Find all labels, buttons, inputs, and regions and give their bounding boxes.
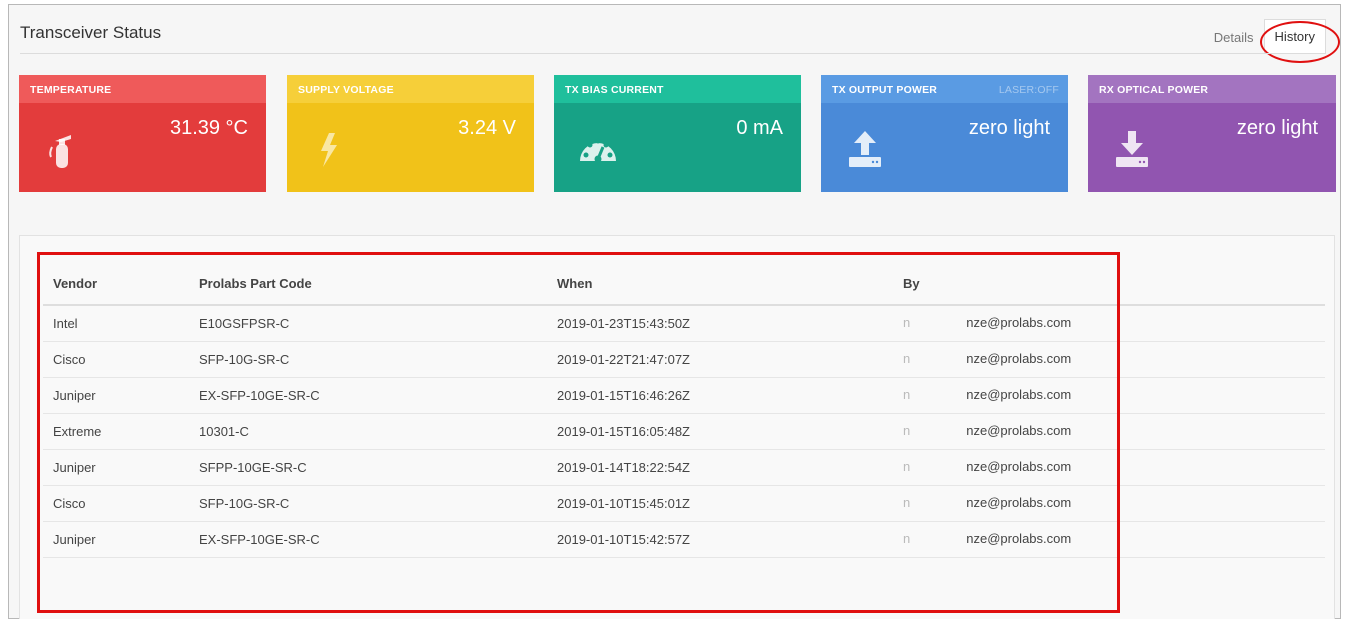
by-suffix: nze@prolabs.com (966, 350, 1072, 366)
when-cell: 2019-01-10T15:42:57Z (547, 521, 893, 558)
vendor-cell: Juniper (43, 377, 189, 414)
redacted-region (912, 351, 965, 368)
table-row: Juniper EX-SFP-10GE-SR-C 2019-01-10T15:4… (43, 521, 1325, 558)
redacted-region (912, 315, 965, 332)
card-label: TEMPERATURE (19, 75, 266, 103)
metric-cards: TEMPERATURE 31.39 °C SUPPLY VOLTAGE 3.24… (19, 75, 1337, 192)
redacted-region (912, 423, 965, 440)
vendor-cell: Extreme (43, 413, 189, 450)
tx-output-power-label: TX OUTPUT POWER (832, 84, 938, 96)
history-panel: Vendor Prolabs Part Code When By Intel E… (19, 235, 1335, 619)
table-row: Extreme 10301-C 2019-01-15T16:05:48Z n nz… (43, 413, 1325, 450)
by-prefix: n (903, 458, 911, 474)
redacted-region (912, 387, 965, 404)
part-code-cell: E10GSFPSR-C (189, 305, 547, 342)
upload-icon (849, 131, 881, 167)
by-cell: n nze@prolabs.com (893, 305, 1325, 342)
by-suffix: nze@prolabs.com (966, 422, 1072, 438)
by-cell: n nze@prolabs.com (893, 413, 1325, 450)
tx-output-power-value: zero light (968, 117, 1050, 139)
rx-optical-power-card: RX OPTICAL POWER zero light (1088, 75, 1336, 192)
tx-bias-current-card: TX BIAS CURRENT 0 mA (554, 75, 801, 192)
rx-optical-power-value: zero light (1236, 117, 1318, 139)
lightning-bolt-icon (321, 133, 337, 167)
by-cell: n nze@prolabs.com (893, 521, 1325, 558)
by-cell: n nze@prolabs.com (893, 377, 1325, 414)
vendor-cell: Juniper (43, 449, 189, 486)
supply-voltage-value: 3.24 V (458, 117, 516, 139)
page-title: Transceiver Status (20, 23, 162, 42)
by-suffix: nze@prolabs.com (966, 530, 1072, 546)
history-table: Vendor Prolabs Part Code When By Intel E… (43, 262, 1325, 558)
download-icon (1116, 131, 1148, 167)
by-cell: n nze@prolabs.com (893, 449, 1325, 486)
part-code-cell: 10301-C (189, 413, 547, 450)
column-header-part-code[interactable]: Prolabs Part Code (189, 262, 547, 306)
vendor-cell: Intel (43, 305, 189, 342)
card-label: RX OPTICAL POWER (1088, 75, 1336, 103)
by-prefix: n (903, 314, 911, 330)
by-suffix: nze@prolabs.com (966, 386, 1072, 402)
when-cell: 2019-01-14T18:22:54Z (547, 449, 893, 486)
by-prefix: n (903, 350, 911, 366)
by-prefix: n (903, 386, 911, 402)
by-suffix: nze@prolabs.com (966, 494, 1072, 510)
table-row: Intel E10GSFPSR-C 2019-01-23T15:43:50Z n… (43, 305, 1325, 342)
tx-output-power-card: TX OUTPUT POWER LASER:OFF zero light (821, 75, 1068, 192)
by-cell: n nze@prolabs.com (893, 341, 1325, 378)
column-header-vendor[interactable]: Vendor (43, 262, 189, 306)
when-cell: 2019-01-10T15:45:01Z (547, 485, 893, 522)
header-divider (20, 53, 1326, 54)
transceiver-status-frame: Transceiver Status Details History TEMPE… (8, 4, 1341, 619)
when-cell: 2019-01-15T16:05:48Z (547, 413, 893, 450)
tx-bias-current-value: 0 mA (736, 117, 783, 139)
vendor-cell: Cisco (43, 341, 189, 378)
vendor-cell: Juniper (43, 521, 189, 558)
part-code-cell: SFP-10G-SR-C (189, 485, 547, 522)
table-row: Cisco SFP-10G-SR-C 2019-01-10T15:45:01Z … (43, 485, 1325, 522)
part-code-cell: EX-SFP-10GE-SR-C (189, 377, 547, 414)
part-code-cell: SFP-10G-SR-C (189, 341, 547, 378)
card-label: TX BIAS CURRENT (554, 75, 801, 103)
by-prefix: n (903, 530, 911, 546)
table-header-row: Vendor Prolabs Part Code When By (43, 262, 1325, 306)
by-prefix: n (903, 494, 911, 510)
tab-details[interactable]: Details (1204, 21, 1264, 54)
table-row: Cisco SFP-10G-SR-C 2019-01-22T21:47:07Z … (43, 341, 1325, 378)
column-header-by[interactable]: By (893, 262, 1325, 306)
column-header-when[interactable]: When (547, 262, 893, 306)
supply-voltage-card: SUPPLY VOLTAGE 3.24 V (287, 75, 534, 192)
by-cell: n nze@prolabs.com (893, 485, 1325, 522)
table-row: Juniper SFPP-10GE-SR-C 2019-01-14T18:22:… (43, 449, 1325, 486)
gauge-icon (580, 138, 616, 163)
laser-status: LASER:OFF (998, 84, 1059, 96)
card-label: SUPPLY VOLTAGE (287, 75, 534, 103)
by-suffix: nze@prolabs.com (966, 458, 1072, 474)
when-cell: 2019-01-23T15:43:50Z (547, 305, 893, 342)
card-label: TX OUTPUT POWER LASER:OFF (821, 75, 1068, 103)
fire-extinguisher-icon (49, 135, 71, 168)
table-row: Juniper EX-SFP-10GE-SR-C 2019-01-15T16:4… (43, 377, 1325, 414)
vendor-cell: Cisco (43, 485, 189, 522)
by-prefix: n (903, 422, 911, 438)
part-code-cell: EX-SFP-10GE-SR-C (189, 521, 547, 558)
when-cell: 2019-01-15T16:46:26Z (547, 377, 893, 414)
temperature-value: 31.39 °C (169, 117, 248, 139)
redacted-region (912, 495, 965, 512)
redacted-region (912, 459, 965, 476)
by-suffix: nze@prolabs.com (966, 314, 1072, 330)
redacted-region (912, 531, 965, 548)
page-header: Transceiver Status Details History (9, 5, 1340, 63)
history-tab-highlight-circle (1260, 21, 1340, 63)
part-code-cell: SFPP-10GE-SR-C (189, 449, 547, 486)
when-cell: 2019-01-22T21:47:07Z (547, 341, 893, 378)
temperature-card: TEMPERATURE 31.39 °C (19, 75, 266, 192)
